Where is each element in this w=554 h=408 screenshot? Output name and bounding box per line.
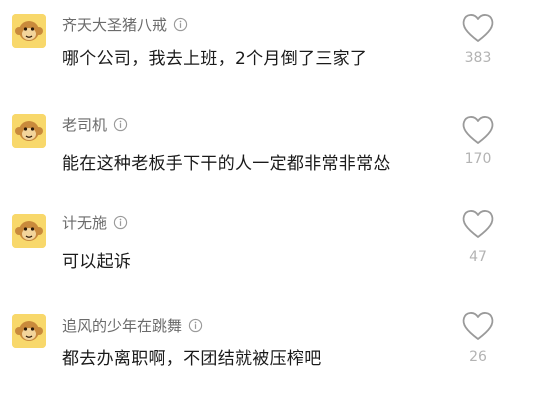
comment-item: 计无施 可以起诉 47: [0, 200, 554, 300]
comment-text: 哪个公司，我去上班，2个月倒了三家了: [62, 49, 368, 69]
info-icon[interactable]: [113, 117, 128, 132]
info-icon[interactable]: [173, 17, 188, 32]
comment-text: 可以起诉: [62, 252, 132, 272]
comment-item: 追风的少年在跳舞 都去办离职啊，不团结就被压榨吧 26: [0, 300, 554, 400]
heart-outline-icon[interactable]: [460, 310, 496, 342]
comment-item: 老司机 能在这种老板手下干的人一定都非常非常怂 170: [0, 100, 554, 200]
username[interactable]: 齐天大圣猪八戒: [62, 14, 167, 35]
username-row: 计无施: [62, 211, 128, 233]
monkey-avatar-icon[interactable]: [12, 114, 46, 148]
like-count: 26: [469, 349, 487, 365]
username-row: 老司机: [62, 113, 128, 135]
monkey-avatar-icon[interactable]: [12, 314, 46, 348]
like-count: 170: [464, 151, 492, 167]
monkey-avatar-icon[interactable]: [12, 14, 46, 48]
username-row: 追风的少年在跳舞: [62, 314, 203, 336]
info-icon[interactable]: [113, 215, 128, 230]
monkey-avatar-icon[interactable]: [12, 214, 46, 248]
heart-outline-icon[interactable]: [460, 114, 496, 146]
comment-list: 齐天大圣猪八戒 哪个公司，我去上班，2个月倒了三家了 383 老司机 能在这种老…: [0, 0, 554, 408]
username[interactable]: 老司机: [62, 114, 107, 135]
comment-text: 能在这种老板手下干的人一定都非常非常怂: [62, 154, 391, 174]
username[interactable]: 追风的少年在跳舞: [62, 315, 182, 336]
heart-outline-icon[interactable]: [460, 12, 496, 44]
username[interactable]: 计无施: [62, 212, 107, 233]
username-row: 齐天大圣猪八戒: [62, 13, 188, 35]
like-count: 47: [469, 249, 487, 265]
like-count: 383: [464, 50, 492, 66]
heart-outline-icon[interactable]: [460, 208, 496, 240]
comment-item: 齐天大圣猪八戒 哪个公司，我去上班，2个月倒了三家了 383: [0, 0, 554, 100]
comment-text: 都去办离职啊，不团结就被压榨吧: [62, 349, 322, 369]
info-icon[interactable]: [188, 318, 203, 333]
